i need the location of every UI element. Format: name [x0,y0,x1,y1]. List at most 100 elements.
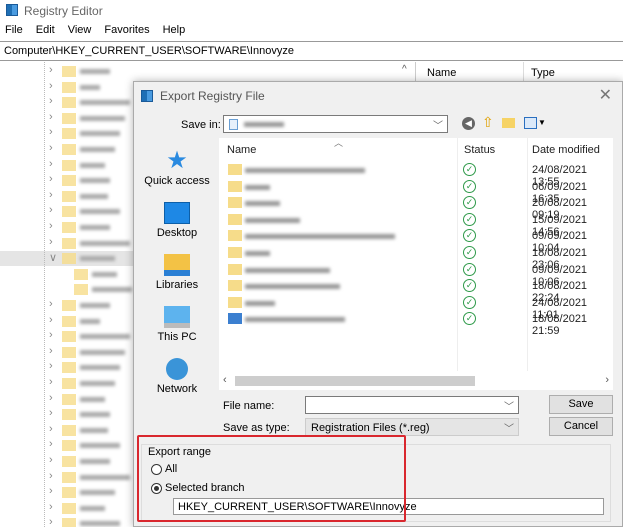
close-icon[interactable]: ✕ [599,85,612,105]
file-row[interactable]: ✓ 24/08/2021 13:55 [219,162,613,188]
chevron-icon[interactable]: › [49,95,53,107]
menu-view[interactable]: View [68,24,92,36]
file-name-input[interactable]: ﹀ [305,396,519,414]
scroll-thumb[interactable] [235,376,475,386]
new-folder-icon[interactable] [502,118,515,128]
sync-ok-icon: ✓ [463,262,476,276]
chevron-icon[interactable]: › [49,438,53,450]
folder-icon [62,487,76,499]
save-button[interactable]: Save [549,395,613,414]
horizontal-scrollbar[interactable]: ‹ › [219,373,613,389]
chevron-icon[interactable]: › [49,501,53,513]
scroll-right-icon[interactable]: › [605,374,609,386]
folder-icon [62,253,76,265]
folder-icon [62,144,76,155]
blurred-name [80,69,110,74]
folder-icon [62,222,76,233]
chevron-icon[interactable]: › [49,158,53,170]
folder-icon [62,331,76,343]
blurred-name [80,84,100,90]
file-row[interactable]: ✓ 09/09/2021 10:06 [219,262,613,288]
chevron-icon[interactable]: › [49,80,53,92]
chevron-icon[interactable]: ∨ [49,251,57,264]
file-row[interactable]: ✓ 18/08/2021 22:24 [219,278,613,304]
libraries-icon [164,254,190,276]
chevron-icon[interactable]: › [49,220,53,232]
chevron-icon[interactable]: › [49,189,53,201]
file-row[interactable]: ✓ 18/08/2021 23:06 [219,245,613,271]
blurred-name [245,234,395,240]
sync-ok-icon: ✓ [463,312,476,326]
computer-icon [164,306,190,328]
blurred-name [80,412,110,418]
menu-bar: File Edit View Favorites Help [0,24,193,40]
chevron-icon[interactable]: › [49,376,53,388]
chevron-icon[interactable]: › [49,470,53,482]
chevron-icon[interactable]: › [49,423,53,435]
file-row[interactable]: ✓ 24/08/2021 11:01 [219,295,613,321]
place-desktop[interactable]: Desktop [136,202,218,239]
save-as-type-value: Registration Files (*.reg) [311,422,430,434]
col-name[interactable]: Name [227,144,256,156]
place-libraries[interactable]: Libraries [136,254,218,291]
view-menu-icon[interactable] [524,117,537,129]
chevron-icon[interactable]: › [49,314,53,326]
up-folder-icon[interactable]: ⇧ [482,114,494,131]
chevron-icon[interactable]: › [49,236,53,248]
file-row[interactable]: ✓ 20/08/2021 09:19 [219,195,613,221]
chevron-icon[interactable]: › [49,64,53,76]
folder-icon [228,263,242,275]
blurred-name [80,193,108,199]
col-type[interactable]: Type [531,67,555,79]
col-date-modified[interactable]: Date modified [532,144,600,156]
cancel-button[interactable]: Cancel [549,417,613,436]
folder-icon [228,230,242,242]
chevron-icon[interactable]: › [49,360,53,372]
folder-icon [228,247,242,258]
menu-file[interactable]: File [5,24,23,36]
chevron-icon[interactable]: › [49,204,53,216]
chevron-icon[interactable]: › [49,407,53,419]
folder-icon [62,518,76,527]
tree-item[interactable]: › [0,64,415,79]
sync-ok-icon: ✓ [463,179,476,193]
file-row[interactable]: ✓ 18/08/2021 21:59 [219,311,613,337]
blurred-name [80,131,120,137]
save-as-type-select[interactable]: Registration Files (*.reg) ﹀ [305,418,519,436]
chevron-icon[interactable]: › [49,329,53,341]
tree-scroll-up[interactable]: ^ [402,64,407,75]
chevron-icon[interactable]: › [49,173,53,185]
file-row[interactable]: ✓ 15/09/2021 14:56 [219,212,613,238]
chevron-icon[interactable]: › [49,111,53,123]
chevron-icon[interactable]: › [49,126,53,138]
address-bar[interactable]: Computer\HKEY_CURRENT_USER\SOFTWARE\Inno… [0,41,623,61]
folder-icon [62,112,76,124]
folder-icon [74,268,88,280]
file-row[interactable]: ✓ 06/09/2021 16:35 [219,179,613,205]
menu-edit[interactable]: Edit [36,24,55,36]
place-quick-access[interactable]: ★ Quick access [136,149,218,188]
col-name[interactable]: Name [427,67,456,79]
chevron-icon[interactable]: › [49,485,53,497]
chevron-icon[interactable]: › [49,454,53,466]
blurred-name [92,287,132,293]
menu-help[interactable]: Help [163,24,186,36]
blurred-name [245,184,270,190]
chevron-icon[interactable]: › [49,298,53,310]
place-network[interactable]: Network [136,358,218,395]
menu-favorites[interactable]: Favorites [104,24,149,36]
save-in-combo[interactable]: ﹀ [223,115,448,133]
file-row[interactable]: ✓ 09/09/2021 10:04 [219,228,613,254]
chevron-icon[interactable]: › [49,345,53,357]
chevron-icon[interactable]: › [49,516,53,527]
place-this-pc[interactable]: This PC [136,306,218,343]
chevron-icon[interactable]: › [49,392,53,404]
chevron-icon[interactable]: › [49,142,53,154]
blurred-name [80,396,105,402]
title-bar: Registry Editor [0,0,623,21]
file-icon [228,313,242,325]
back-icon[interactable]: ◀ [462,117,475,130]
col-status[interactable]: Status [464,144,495,156]
scroll-left-icon[interactable]: ‹ [223,374,227,386]
file-list[interactable]: ︿ Name Status Date modified ✓ 24/08/2021 … [219,138,613,390]
